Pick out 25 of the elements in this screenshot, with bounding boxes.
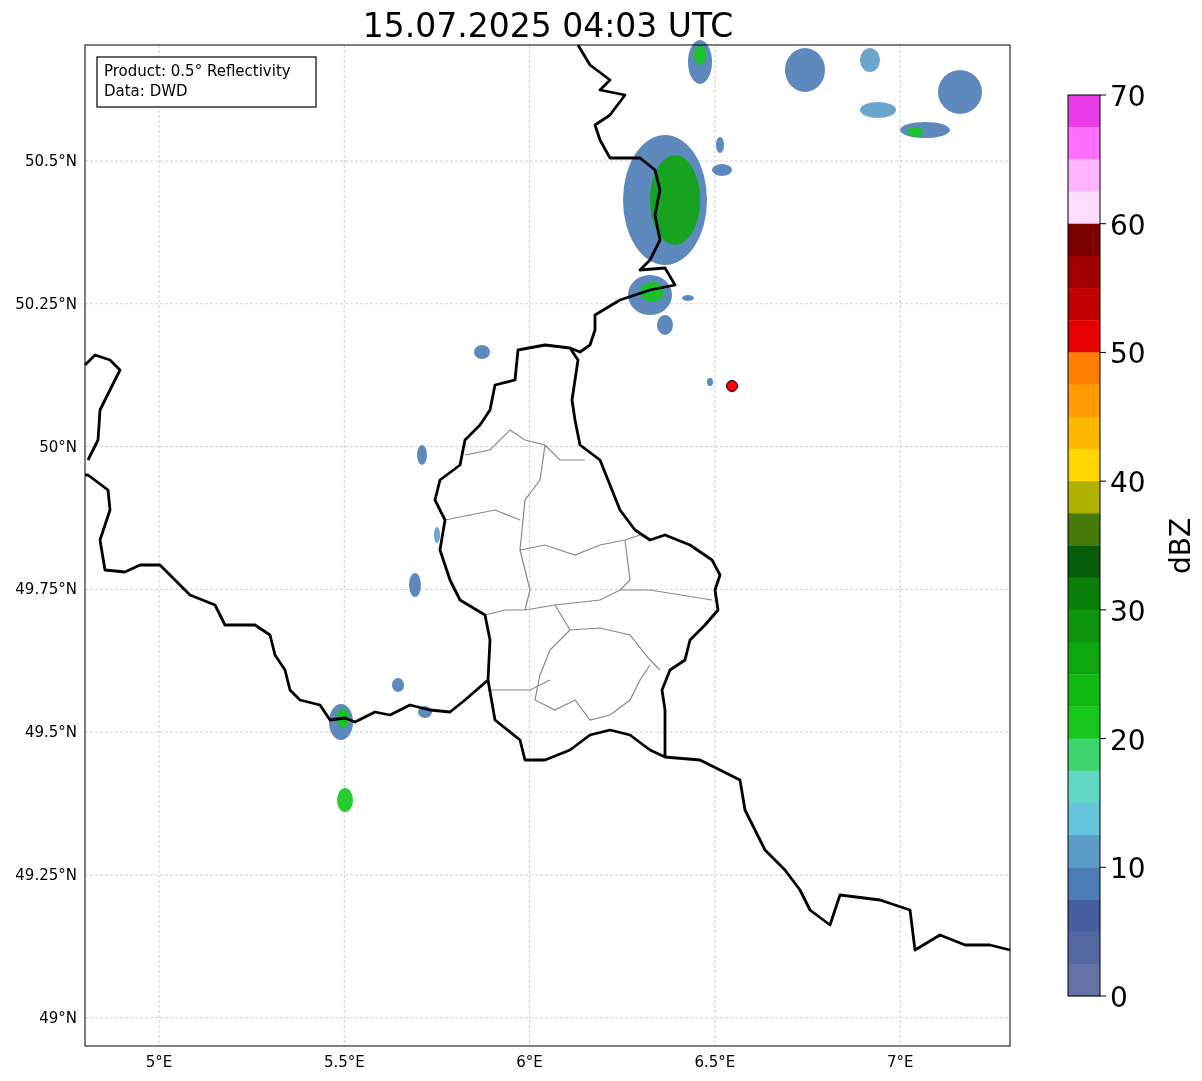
longitude-label: 5.5°E: [323, 1053, 365, 1071]
colorbar-tick-label: 70: [1110, 80, 1146, 113]
longitude-label: 6°E: [516, 1053, 543, 1071]
colorbar-tick-label: 50: [1110, 337, 1146, 371]
latitude-label: 49.75°N: [15, 580, 77, 599]
latitude-label: 49.25°N: [15, 866, 77, 884]
latitude-label: 50.5°N: [24, 152, 77, 170]
radar-site-marker: [726, 380, 738, 392]
info-text: Product: 0.5° Reflectivity: [104, 62, 291, 80]
chart-title: 15.07.2025 04:03 UTC: [362, 6, 734, 45]
longitude-label: 7°E: [886, 1053, 914, 1071]
colorbar-tick-label: 20: [1110, 723, 1146, 757]
longitude-label: 5°E: [145, 1053, 173, 1071]
latitude-label: 50°N: [39, 437, 77, 456]
longitude-label: 6.5°E: [694, 1053, 736, 1071]
info-text: Data: DWD: [104, 82, 188, 100]
latitude-label: 50.25°N: [15, 294, 77, 313]
colorbar-tick-label: 40: [1110, 466, 1146, 500]
colorbar-label: dBZ: [1164, 517, 1197, 575]
latitude-label: 49°N: [39, 1008, 77, 1027]
colorbar-tick-label: 30: [1110, 594, 1146, 628]
latitude-label: 49.5°N: [24, 723, 77, 742]
colorbar-tick-label: 10: [1110, 852, 1146, 886]
colorbar-tick-label: 0: [1110, 981, 1128, 1014]
colorbar-tick-label: 60: [1110, 208, 1146, 242]
